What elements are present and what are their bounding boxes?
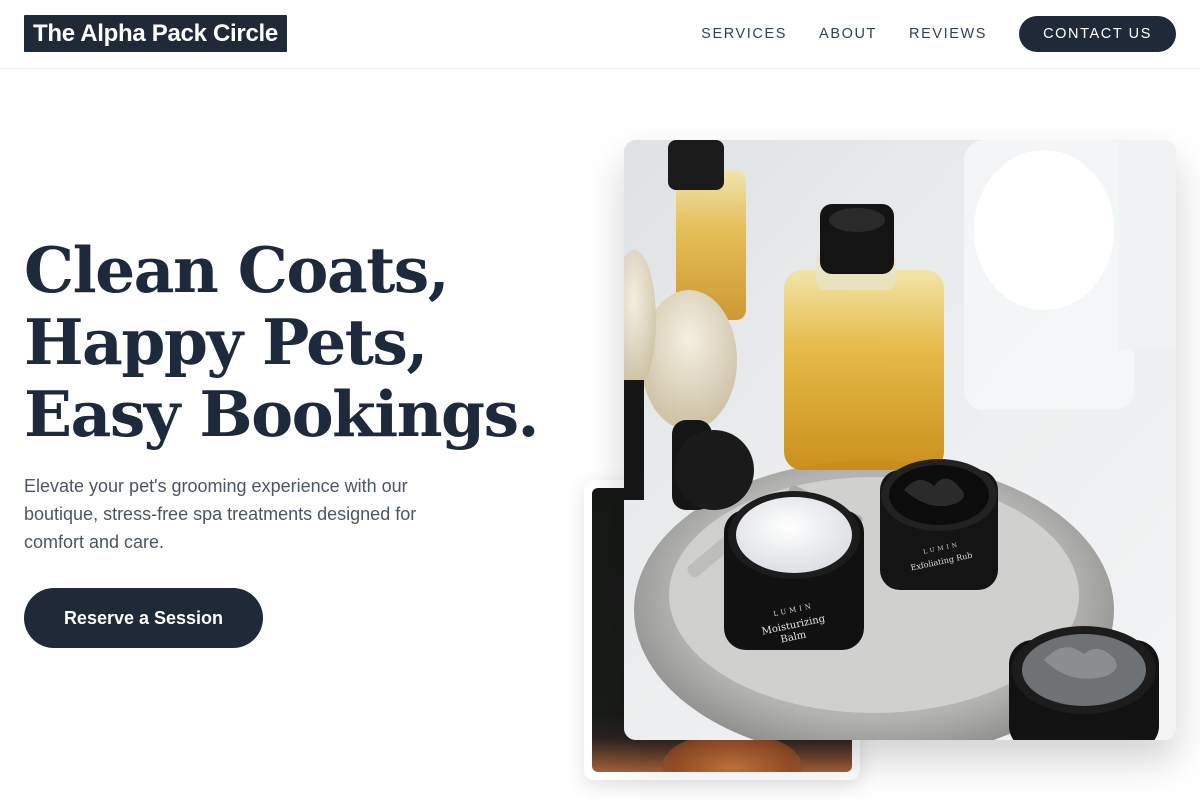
contact-us-button[interactable]: CONTACT US [1019, 16, 1176, 52]
site-logo[interactable]: The Alpha Pack Circle [24, 15, 287, 52]
hero-headline: Clean Coats, Happy Pets, Easy Bookings. [24, 233, 539, 451]
hero-headline-line-2: Happy Pets, [24, 305, 428, 379]
hero-headline-line-3: Easy Bookings. [24, 377, 539, 451]
grooming-products-photo: LUMIN Moisturizing Balm LUMIN Exfoliatin… [624, 140, 1176, 740]
nav-link-services[interactable]: SERVICES [701, 26, 787, 42]
reserve-session-button[interactable]: Reserve a Session [24, 588, 263, 648]
hero-headline-line-1: Clean Coats, [24, 233, 450, 307]
nav-link-about[interactable]: ABOUT [819, 26, 877, 42]
site-header: The Alpha Pack Circle SERVICES ABOUT REV… [0, 0, 1200, 69]
nav-link-reviews[interactable]: REVIEWS [909, 26, 987, 42]
main-nav: SERVICES ABOUT REVIEWS CONTACT US [701, 16, 1176, 52]
grooming-products-illustration: LUMIN Moisturizing Balm LUMIN Exfoliatin… [624, 140, 1176, 740]
hero-subtext: Elevate your pet's grooming experience w… [24, 476, 417, 552]
